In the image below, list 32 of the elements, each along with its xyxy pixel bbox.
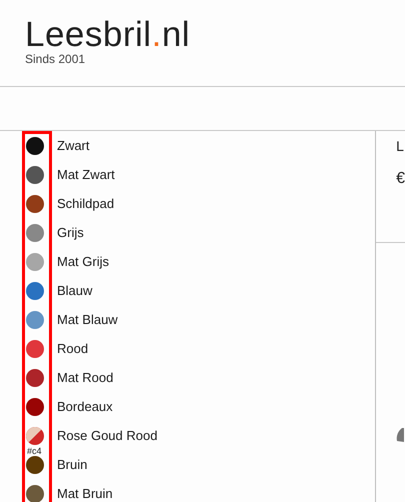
- color-swatch[interactable]: [26, 136, 44, 154]
- color-swatch[interactable]: [26, 310, 44, 328]
- color-option[interactable]: Mat Rood: [57, 370, 114, 385]
- color-option[interactable]: Bordeaux: [57, 399, 113, 414]
- color-option[interactable]: Schildpad: [57, 196, 114, 211]
- color-swatch[interactable]: [26, 340, 44, 358]
- color-option[interactable]: Mat Zwart: [57, 167, 115, 182]
- color-option[interactable]: Mat Bruin: [57, 486, 113, 501]
- product-title: L: [396, 138, 405, 154]
- color-option[interactable]: Mat Grijs: [57, 254, 109, 269]
- color-option[interactable]: Bruin: [57, 457, 88, 472]
- color-option[interactable]: Blauw: [57, 283, 92, 298]
- color-option[interactable]: Rose Goud Rood: [57, 428, 158, 443]
- color-option[interactable]: Grijs: [57, 225, 84, 240]
- color-swatch[interactable]: [26, 282, 44, 300]
- logo[interactable]: Leesbril.nl Sinds 2001: [25, 17, 190, 65]
- color-option[interactable]: Zwart: [57, 138, 90, 153]
- color-swatch[interactable]: [26, 398, 44, 416]
- logo-wordmark: Leesbril.nl: [25, 17, 190, 53]
- color-option[interactable]: Rood: [57, 341, 88, 356]
- overflow-text: #c4: [27, 446, 42, 456]
- color-swatch[interactable]: [26, 166, 44, 184]
- color-option[interactable]: Mat Blauw: [57, 312, 118, 327]
- color-swatch[interactable]: [26, 368, 44, 386]
- color-swatch[interactable]: [26, 224, 44, 242]
- color-swatch[interactable]: [26, 456, 44, 474]
- color-swatch[interactable]: [26, 426, 44, 444]
- color-swatch[interactable]: [26, 484, 44, 502]
- color-swatch[interactable]: [26, 252, 44, 270]
- product-price: €: [396, 170, 405, 188]
- logo-tagline: Sinds 2001: [25, 53, 86, 65]
- color-swatch[interactable]: [26, 194, 44, 212]
